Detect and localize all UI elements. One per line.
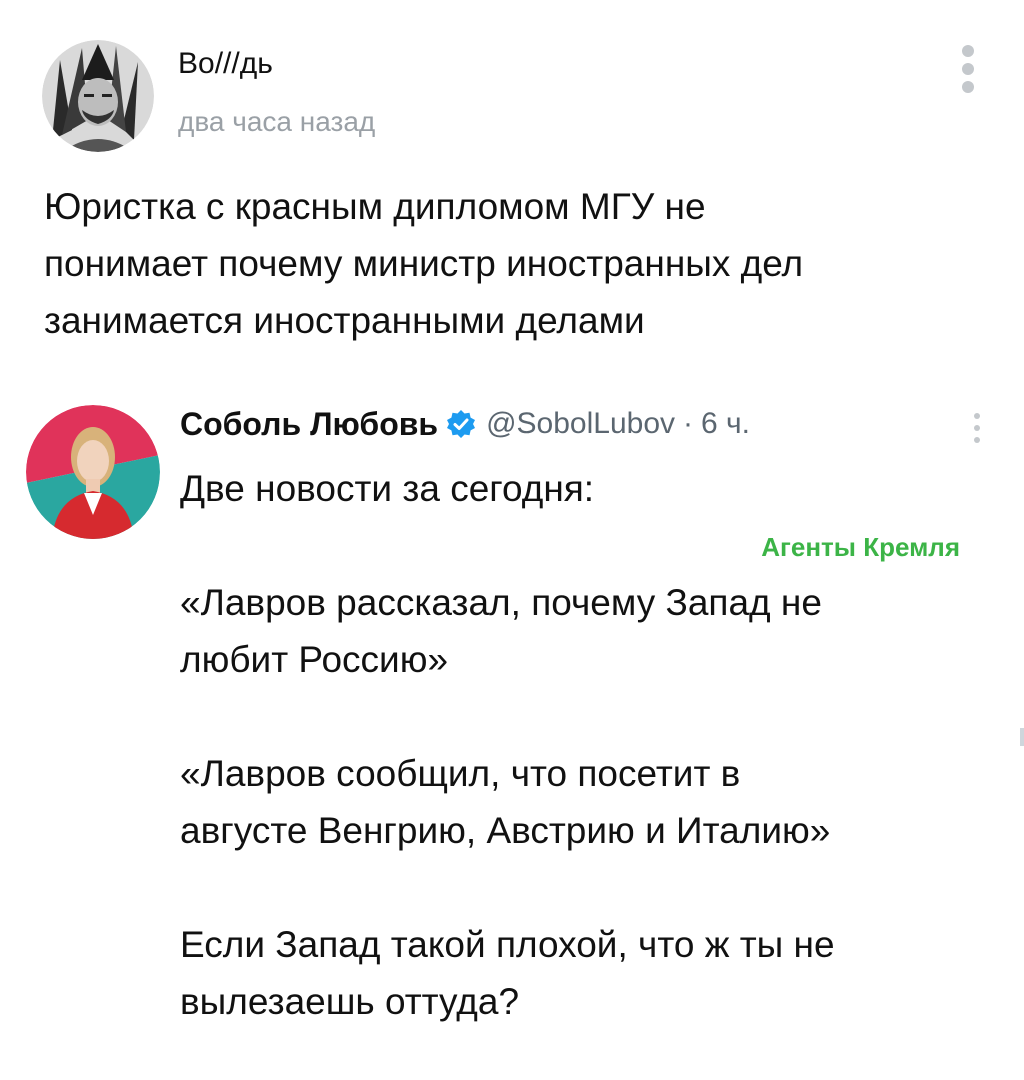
post-timestamp: два часа назад (178, 106, 376, 137)
tweet-text-line: Если Запад такой плохой, что ж ты не (180, 924, 835, 965)
tweet-text-line: любит Россию» (180, 639, 449, 680)
separator-dot: · (683, 407, 693, 440)
post-text-line: Юристка с красным дипломом МГУ не (44, 186, 706, 227)
scroll-indicator (1020, 728, 1024, 746)
post-text-line: занимается иностранными делами (44, 300, 645, 341)
tweet-text: Две новости за сегодня: «Лавров рассказа… (180, 460, 980, 1030)
post-text: Юристка с красным дипломом МГУ не понима… (44, 178, 984, 349)
avatar-image (26, 405, 160, 539)
tweet-author-name[interactable]: Соболь Любовь (180, 406, 438, 443)
tweet-author-avatar[interactable] (26, 405, 160, 539)
tweet-header: Соболь Любовь @SobolLubov · 6 ч. (180, 402, 750, 446)
tweet-text-line: августе Венгрию, Австрию и Италию» (180, 810, 831, 851)
post-text-line: понимает почему министр иностранных дел (44, 243, 804, 284)
vertical-dots-icon[interactable] (950, 40, 986, 102)
vertical-dots-icon[interactable] (965, 410, 989, 446)
tweet-text-line: Две новости за сегодня: (180, 468, 595, 509)
tweet-timestamp[interactable]: 6 ч. (701, 407, 750, 441)
author-avatar[interactable] (42, 40, 154, 152)
tweet-handle[interactable]: @SobolLubov (486, 407, 675, 441)
avatar-image (42, 40, 154, 152)
author-name[interactable]: Во///дь (178, 46, 273, 82)
tweet-text-line: «Лавров рассказал, почему Запад не (180, 582, 822, 623)
verified-badge-icon (446, 409, 476, 439)
tweet-text-line: «Лавров сообщил, что посетит в (180, 753, 741, 794)
tweet-text-line: вылезаешь оттуда? (180, 981, 520, 1022)
